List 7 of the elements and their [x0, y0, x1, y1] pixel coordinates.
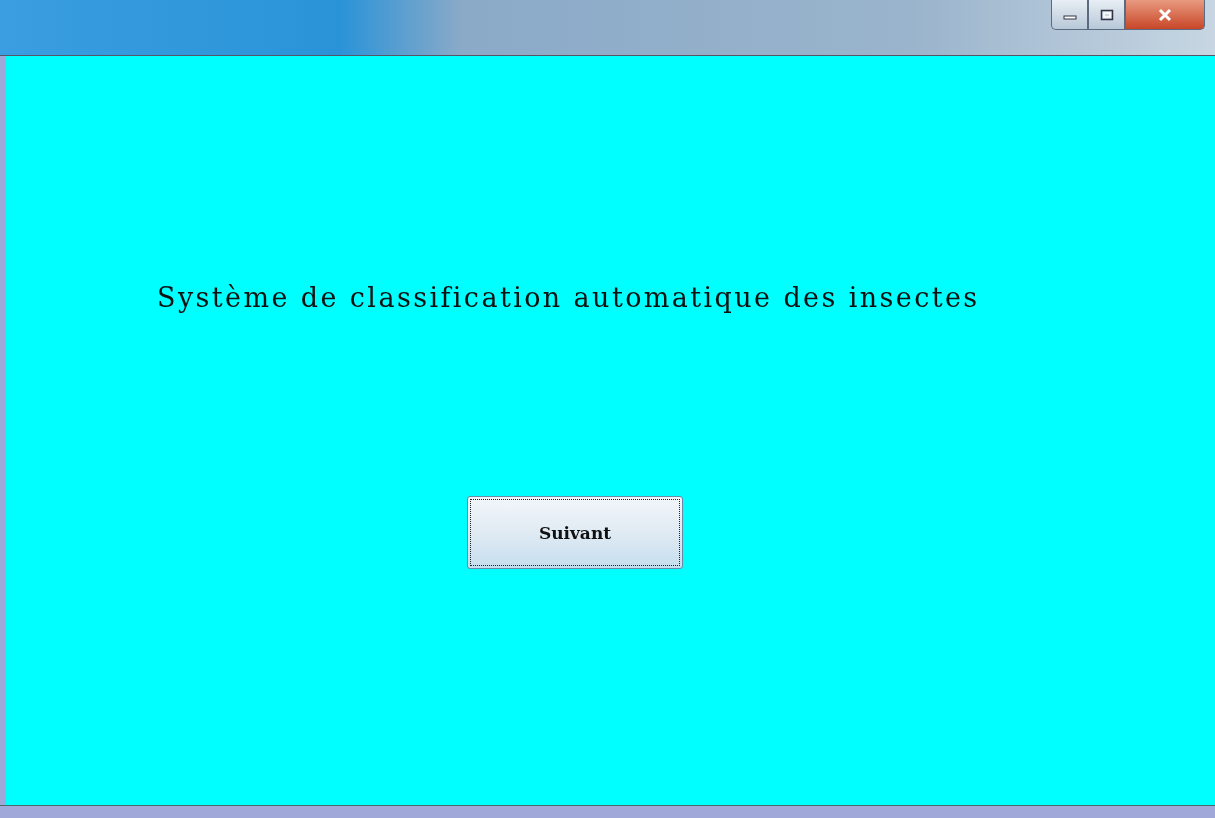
app-heading: Système de classification automatique des insectes [157, 282, 980, 313]
close-button[interactable] [1125, 0, 1205, 30]
maximize-button[interactable] [1088, 0, 1125, 30]
next-button[interactable]: Suivant [467, 496, 683, 569]
maximize-icon [1099, 8, 1114, 21]
close-icon [1157, 7, 1173, 22]
minimize-button[interactable] [1051, 0, 1088, 30]
